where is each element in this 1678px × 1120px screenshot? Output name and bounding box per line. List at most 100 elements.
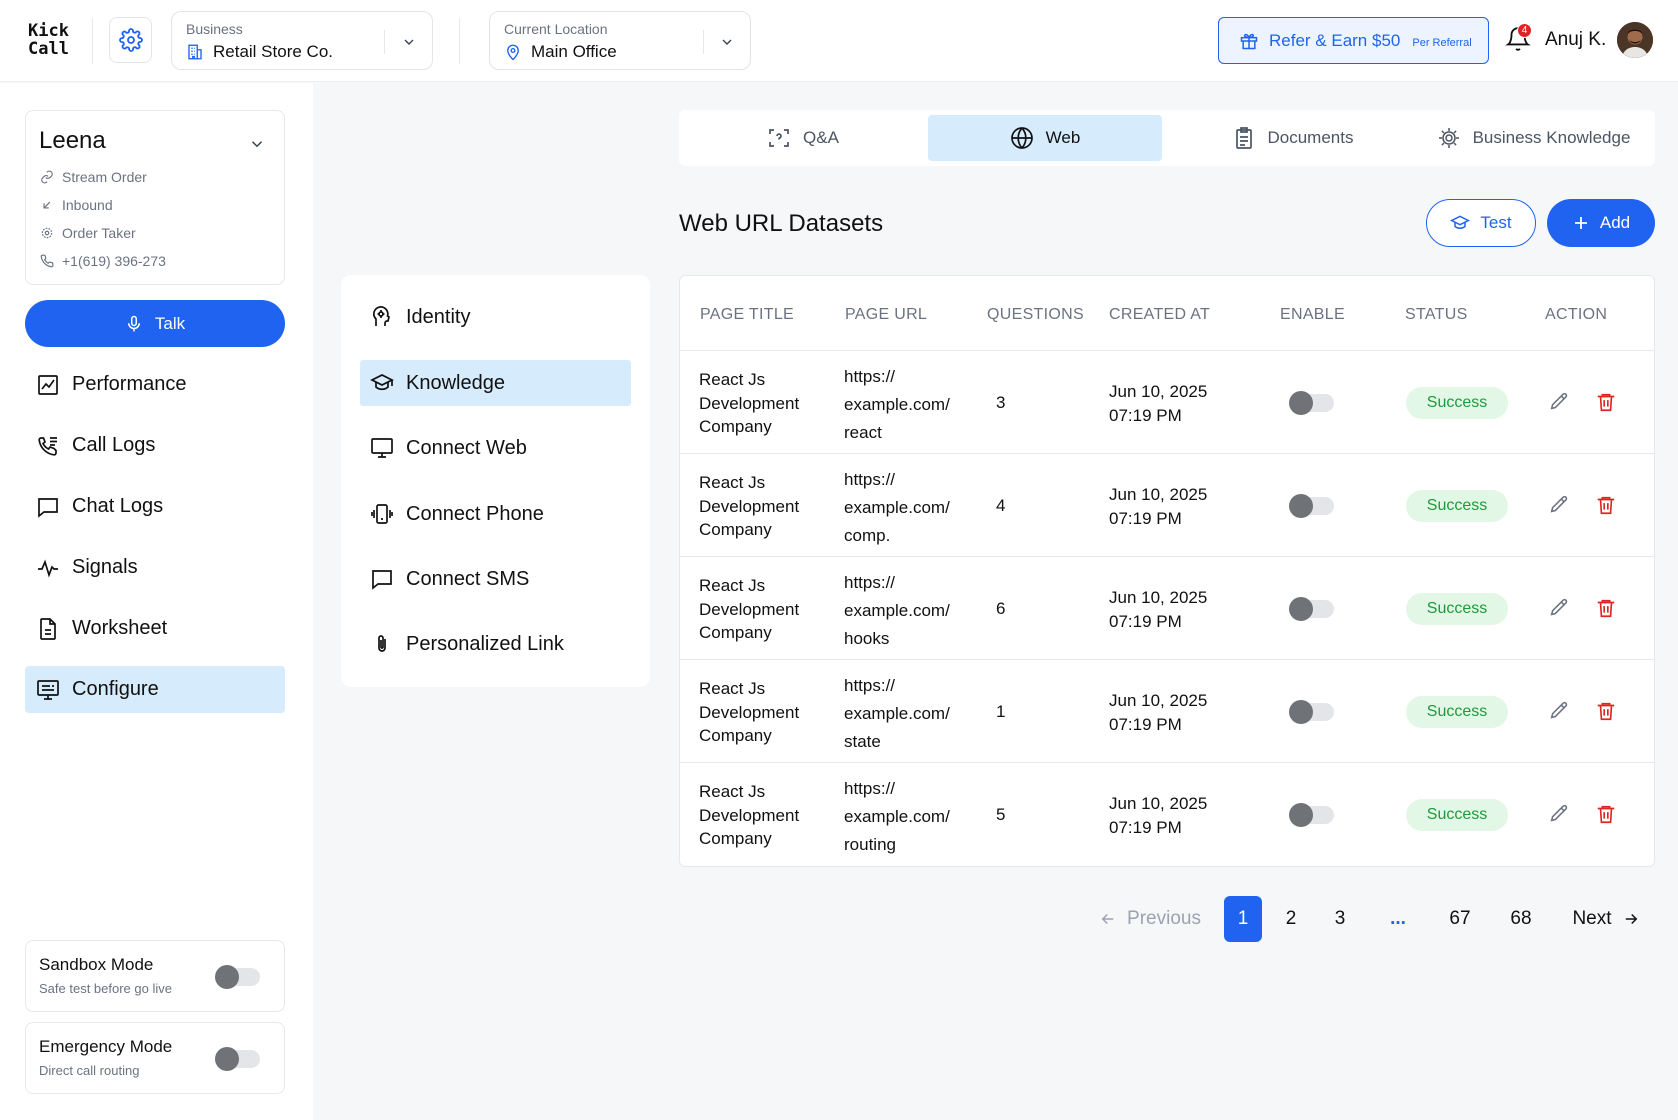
subnav-item-connect-web[interactable]: Connect Web xyxy=(360,425,631,471)
previous-page-button[interactable]: Previous xyxy=(1095,896,1205,942)
subnav-item-identity[interactable]: Identity xyxy=(360,294,631,340)
app-logo[interactable]: Kick Call xyxy=(28,22,69,58)
page-button-2[interactable]: 2 xyxy=(1273,896,1309,942)
sidebar-item-signals[interactable]: Signals xyxy=(25,544,285,591)
top-header: Kick Call Business Retail Store Co. Curr… xyxy=(0,0,1678,82)
subnav-item-label: Connect Phone xyxy=(406,502,544,525)
edit-icon[interactable] xyxy=(1548,597,1570,619)
sidebar-item-chat-logs[interactable]: Chat Logs xyxy=(25,483,285,530)
enable-toggle[interactable] xyxy=(1289,597,1334,621)
divider xyxy=(92,18,93,64)
enable-toggle[interactable] xyxy=(1289,803,1334,827)
business-value: Retail Store Co. xyxy=(213,42,333,61)
page-button-67[interactable]: 67 xyxy=(1442,896,1478,942)
emergency-mode-card: Emergency Mode Direct call routing xyxy=(25,1022,285,1094)
gear-badge-icon xyxy=(1437,126,1461,150)
subnav-item-personalized-link[interactable]: Personalized Link xyxy=(360,621,631,667)
next-label: Next xyxy=(1572,908,1612,929)
edit-icon[interactable] xyxy=(1548,700,1570,722)
page-url-cell[interactable]: https://example.com/hooks xyxy=(844,569,950,653)
trash-icon[interactable] xyxy=(1595,597,1617,619)
page-url-cell[interactable]: https://example.com/state xyxy=(844,672,950,756)
graduation-cap-icon xyxy=(1450,213,1471,233)
page-title-cell: React Js Development Company xyxy=(699,679,800,745)
column-header: PAGE URL xyxy=(845,306,928,323)
agent-meta-item: Stream Order xyxy=(40,169,147,185)
subnav-item-connect-phone[interactable]: Connect Phone xyxy=(360,491,631,537)
page-url-cell[interactable]: https://example.com/react xyxy=(844,363,950,447)
agent-name: Leena xyxy=(39,127,106,154)
emergency-mode-title: Emergency Mode xyxy=(39,1037,173,1056)
trash-icon[interactable] xyxy=(1595,494,1617,516)
page-button-3[interactable]: 3 xyxy=(1322,896,1358,942)
phone-log-icon xyxy=(36,434,60,458)
refer-earn-button[interactable]: Refer & Earn $50 Per Referral xyxy=(1218,17,1489,64)
page-title-cell: React Js Development Company xyxy=(699,473,800,539)
qa-scan-icon xyxy=(767,126,791,150)
sidebar-item-label: Performance xyxy=(72,373,187,395)
edit-icon[interactable] xyxy=(1548,803,1570,825)
avatar[interactable] xyxy=(1617,22,1653,58)
location-selector[interactable]: Current Location Main Office xyxy=(489,11,751,70)
location-label: Current Location xyxy=(504,21,608,37)
page-url-cell[interactable]: https://example.com/routing xyxy=(844,775,950,859)
subnav-item-label: Connect SMS xyxy=(406,567,530,590)
enable-toggle[interactable] xyxy=(1289,494,1334,518)
pulse-icon xyxy=(36,556,60,580)
gift-icon xyxy=(1239,31,1259,51)
tab-label: Business Knowledge xyxy=(1472,128,1631,147)
sandbox-mode-toggle[interactable] xyxy=(215,965,260,989)
sidebar-item-performance[interactable]: Performance xyxy=(25,361,285,408)
status-badge: Success xyxy=(1406,490,1508,522)
trash-icon[interactable] xyxy=(1595,803,1617,825)
add-button[interactable]: Add xyxy=(1547,199,1655,247)
sidebar-item-label: Configure xyxy=(72,678,159,700)
left-sidebar: Leena Stream Order Inbound Order Taker +… xyxy=(0,83,313,1120)
tab-label: Web xyxy=(1045,128,1081,147)
page-title-cell: React Js Development Company xyxy=(699,370,800,436)
created-at-cell: Jun 10, 2025 07:19 PM xyxy=(1109,691,1208,734)
column-header: ENABLE xyxy=(1280,306,1345,323)
questions-cell: 6 xyxy=(996,599,1006,618)
agent-card[interactable]: Leena Stream Order Inbound Order Taker +… xyxy=(25,110,285,285)
column-header: CREATED AT xyxy=(1109,306,1211,323)
head-gear-icon xyxy=(370,305,394,329)
trash-icon[interactable] xyxy=(1595,700,1617,722)
questions-cell: 1 xyxy=(996,702,1006,721)
tab-documents[interactable]: Documents xyxy=(1174,115,1411,161)
column-header: STATUS xyxy=(1405,306,1468,323)
sidebar-item-configure[interactable]: Configure xyxy=(25,666,285,713)
tab-business-knowledge[interactable]: Business Knowledge xyxy=(1417,115,1650,161)
user-name[interactable]: Anuj K. xyxy=(1545,29,1606,51)
page-button-68[interactable]: 68 xyxy=(1503,896,1539,942)
sidebar-item-label: Signals xyxy=(72,556,138,578)
edit-icon[interactable] xyxy=(1548,391,1570,413)
configure-subnav: Identity Knowledge Connect Web Connect P… xyxy=(341,275,650,687)
status-badge: Success xyxy=(1406,799,1508,831)
column-header: PAGE TITLE xyxy=(700,306,794,323)
tab-qa[interactable]: Q&A xyxy=(684,115,922,161)
enable-toggle[interactable] xyxy=(1289,700,1334,724)
subnav-item-label: Knowledge xyxy=(406,371,505,394)
sidebar-item-worksheet[interactable]: Worksheet xyxy=(25,605,285,652)
page-button-1[interactable]: 1 xyxy=(1224,896,1262,942)
edit-icon[interactable] xyxy=(1548,494,1570,516)
tab-label: Documents xyxy=(1267,128,1354,147)
subnav-item-knowledge[interactable]: Knowledge xyxy=(360,360,631,406)
location-value: Main Office xyxy=(531,42,617,61)
test-button[interactable]: Test xyxy=(1426,199,1536,247)
sidebar-item-call-logs[interactable]: Call Logs xyxy=(25,422,285,469)
talk-button[interactable]: Talk xyxy=(25,300,285,347)
business-selector[interactable]: Business Retail Store Co. xyxy=(171,11,433,70)
settings-button[interactable] xyxy=(109,17,152,63)
trash-icon[interactable] xyxy=(1595,391,1617,413)
subnav-item-connect-sms[interactable]: Connect SMS xyxy=(360,556,631,602)
enable-toggle[interactable] xyxy=(1289,391,1334,415)
divider xyxy=(459,18,460,64)
tab-web[interactable]: Web xyxy=(928,115,1162,161)
next-page-button[interactable]: Next xyxy=(1568,896,1644,942)
emergency-mode-toggle[interactable] xyxy=(215,1047,260,1071)
page-url-cell[interactable]: https://example.com/comp. xyxy=(844,466,950,550)
chevron-down-icon[interactable] xyxy=(248,135,266,153)
add-label: Add xyxy=(1599,213,1631,232)
